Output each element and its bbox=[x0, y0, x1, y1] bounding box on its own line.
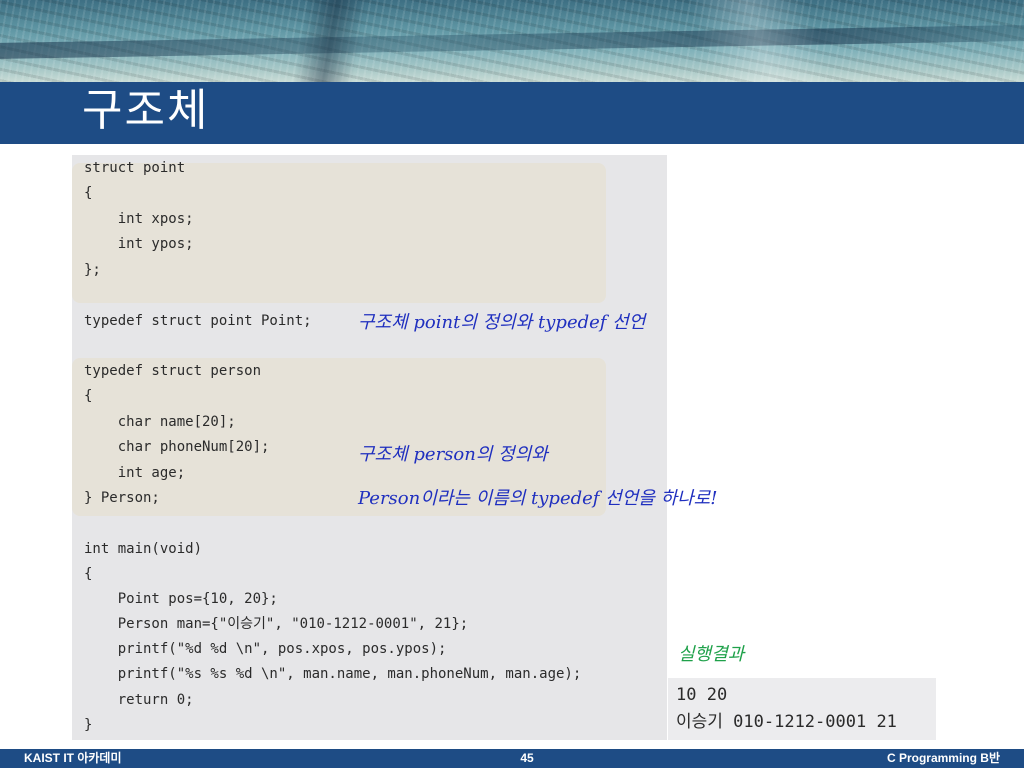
code-line: printf("%s %s %d \n", man.name, man.phon… bbox=[84, 666, 582, 682]
footer-bar: KAIST IT 아카데미 45 C Programming B반 bbox=[0, 749, 1024, 768]
code-line: printf("%d %d \n", pos.xpos, pos.ypos); bbox=[84, 641, 447, 657]
code-line: struct point bbox=[84, 160, 186, 176]
code-line: } bbox=[84, 717, 93, 733]
code-line: char name[20]; bbox=[84, 414, 236, 430]
slide-title: 구조체 bbox=[82, 85, 210, 136]
code-line: int xpos; bbox=[84, 211, 194, 227]
code-line: }; bbox=[84, 262, 101, 278]
footer-course: C Programming B반 bbox=[886, 751, 1000, 765]
result-label: 실행결과 bbox=[678, 644, 745, 665]
output-line: 10 20 bbox=[676, 685, 728, 705]
code-line: { bbox=[84, 185, 93, 201]
point-typedef-annotation: 구조체 point의 정의와 typedef 선언 bbox=[358, 312, 646, 333]
header-texture-streak bbox=[292, 0, 368, 82]
output-line: 이승기 010-1212-0001 21 bbox=[676, 712, 897, 732]
header-texture-streak bbox=[0, 25, 1024, 59]
code-line: { bbox=[84, 388, 93, 404]
code-line: { bbox=[84, 566, 93, 582]
code-line: int age; bbox=[84, 465, 186, 481]
person-typedef-annotation: Person이라는 이름의 typedef 선언을 하나로! bbox=[358, 488, 718, 509]
code-line: int main(void) bbox=[84, 541, 203, 557]
code-line: int ypos; bbox=[84, 236, 194, 252]
header-texture-streak bbox=[686, 0, 834, 82]
page-number: 45 bbox=[520, 751, 534, 765]
code-line: } Person; bbox=[84, 490, 160, 506]
code-line: char phoneNum[20]; bbox=[84, 439, 270, 455]
code-line: Person man={"이승기", "010-1212-0001", 21}; bbox=[84, 616, 469, 632]
footer-organization: KAIST IT 아카데미 bbox=[24, 751, 122, 765]
code-line: Point pos={10, 20}; bbox=[84, 591, 278, 607]
code-line: typedef struct point Point; bbox=[84, 313, 312, 329]
code-line: return 0; bbox=[84, 692, 194, 708]
person-struct-annotation: 구조체 person의 정의와 bbox=[358, 444, 548, 465]
code-line: typedef struct person bbox=[84, 363, 262, 379]
header-texture bbox=[0, 0, 1024, 82]
